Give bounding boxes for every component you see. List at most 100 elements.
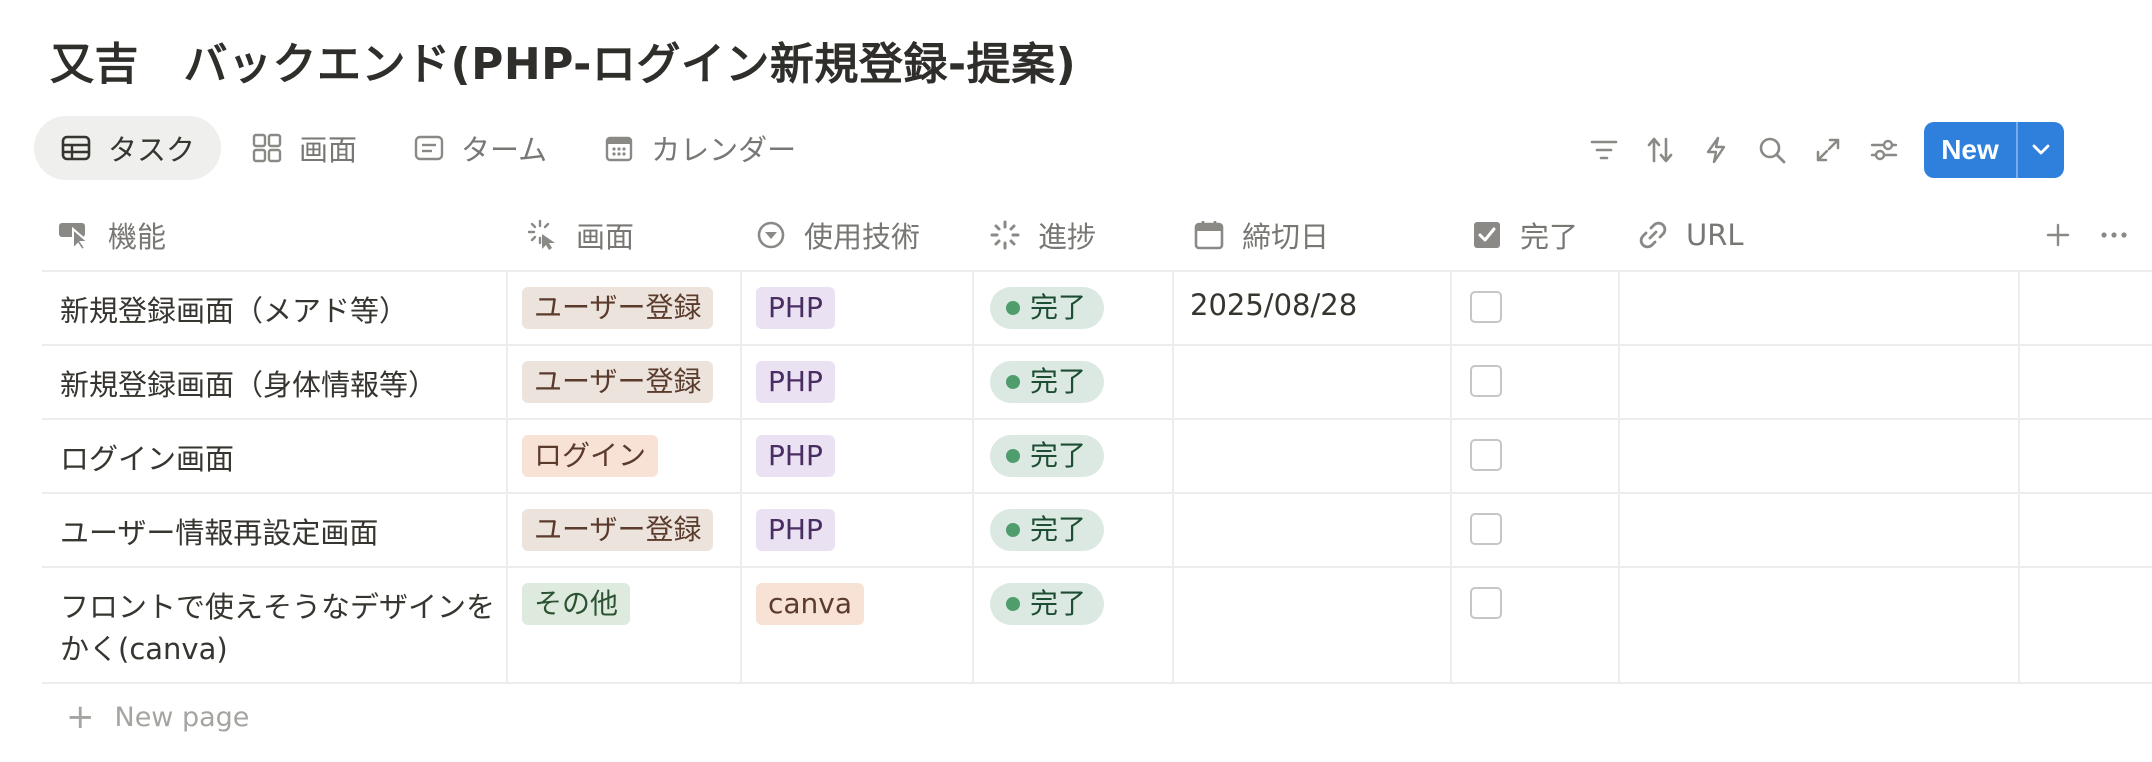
expand-icon[interactable] xyxy=(1800,122,1856,178)
cell-feature[interactable]: 新規登録画面（身体情報等） xyxy=(60,362,437,404)
column-label: 進捗 xyxy=(1038,220,1097,254)
tag-screen[interactable]: その他 xyxy=(522,583,631,625)
settings-icon[interactable] xyxy=(1856,122,1912,178)
status-label: 完了 xyxy=(1030,365,1087,398)
tag-screen[interactable]: ユーザー登録 xyxy=(522,361,714,403)
divider xyxy=(1172,270,1174,684)
tab-label: カレンダー xyxy=(651,133,797,167)
column-header-feature[interactable]: 機能 xyxy=(58,200,166,270)
divider xyxy=(740,270,742,684)
cell-deadline[interactable]: 2025/08/28 xyxy=(1190,288,1357,322)
tab-terms[interactable]: ターム xyxy=(387,116,573,180)
list-icon xyxy=(413,132,445,164)
tab-label: ターム xyxy=(461,133,548,167)
status-badge[interactable]: 完了 xyxy=(990,361,1105,403)
column-header-done[interactable]: 完了 xyxy=(1470,200,1578,270)
tag-screen[interactable]: ユーザー登録 xyxy=(522,287,714,329)
column-label: 完了 xyxy=(1520,220,1579,254)
status-badge[interactable]: 完了 xyxy=(990,435,1105,477)
column-header-tech[interactable]: 使用技術 xyxy=(754,200,920,270)
status-icon xyxy=(988,218,1022,252)
divider xyxy=(1618,270,1620,684)
divider xyxy=(2018,270,2020,684)
tab-screens[interactable]: 画面 xyxy=(225,116,383,180)
database-toolbar xyxy=(1576,120,1912,180)
status-dot xyxy=(1006,523,1020,537)
sort-icon[interactable] xyxy=(1632,122,1688,178)
cell-feature-line2[interactable]: かく(canva) xyxy=(60,626,228,668)
cell-feature[interactable]: ログイン画面 xyxy=(60,436,234,478)
tag-tech[interactable]: PHP xyxy=(756,287,835,329)
column-label: 使用技術 xyxy=(804,220,921,254)
new-page-button[interactable]: + New page xyxy=(66,700,249,734)
tag-screen[interactable]: ユーザー登録 xyxy=(522,509,714,551)
tag-tech[interactable]: PHP xyxy=(756,361,835,403)
column-label: 機能 xyxy=(108,220,167,254)
automation-icon[interactable] xyxy=(1688,122,1744,178)
done-checkbox[interactable] xyxy=(1470,439,1502,471)
tag-tech[interactable]: PHP xyxy=(756,435,835,477)
cell-feature-line1[interactable]: フロントで使えそうなデザインを xyxy=(60,584,495,626)
page-title: 又吉 バックエンド(PHP-ログイン新規登録-提案) xyxy=(50,39,1077,90)
status-label: 完了 xyxy=(1030,513,1087,546)
divider xyxy=(506,270,508,684)
tag-tech[interactable]: PHP xyxy=(756,509,835,551)
status-dot xyxy=(1006,449,1020,463)
plus-icon: + xyxy=(66,697,95,737)
divider xyxy=(1450,270,1452,684)
divider xyxy=(42,270,2152,272)
cursor-icon xyxy=(58,218,92,252)
filter-icon[interactable] xyxy=(1576,122,1632,178)
column-label: URL xyxy=(1686,218,1744,252)
search-icon[interactable] xyxy=(1744,122,1800,178)
status-dot xyxy=(1006,301,1020,315)
checkbox-icon xyxy=(1470,218,1504,252)
status-label: 完了 xyxy=(1030,291,1087,324)
column-label: 締切日 xyxy=(1242,220,1330,254)
add-property-icon[interactable] xyxy=(2030,207,2086,263)
column-header-url[interactable]: URL xyxy=(1636,200,1744,270)
gallery-icon xyxy=(251,132,283,164)
select-icon xyxy=(526,218,560,252)
status-label: 完了 xyxy=(1030,439,1087,472)
column-label: 画面 xyxy=(576,220,635,254)
table-header-actions xyxy=(2030,200,2142,270)
divider xyxy=(42,492,2152,494)
link-icon xyxy=(1636,218,1670,252)
tab-label: タスク xyxy=(108,133,196,167)
new-button[interactable]: New xyxy=(1924,122,2064,178)
done-checkbox[interactable] xyxy=(1470,365,1502,397)
status-badge[interactable]: 完了 xyxy=(990,509,1105,551)
divider xyxy=(42,418,2152,420)
tag-tech[interactable]: canva xyxy=(756,583,865,625)
divider xyxy=(42,344,2152,346)
tab-calendar[interactable]: カレンダー xyxy=(577,116,822,180)
column-header-screen[interactable]: 画面 xyxy=(526,200,634,270)
new-page-label: New page xyxy=(114,701,250,733)
divider xyxy=(42,566,2152,568)
tab-tasks[interactable]: タスク xyxy=(34,116,222,180)
done-checkbox[interactable] xyxy=(1470,291,1502,323)
status-dot xyxy=(1006,375,1020,389)
done-checkbox[interactable] xyxy=(1470,587,1502,619)
tab-label: 画面 xyxy=(299,133,358,167)
table-icon xyxy=(60,132,92,164)
column-header-status[interactable]: 進捗 xyxy=(988,200,1096,270)
column-header-deadline[interactable]: 締切日 xyxy=(1192,200,1329,270)
status-dot xyxy=(1006,597,1020,611)
cell-feature[interactable]: ユーザー情報再設定画面 xyxy=(60,510,378,552)
done-checkbox[interactable] xyxy=(1470,513,1502,545)
view-tabs: タスク 画面 ターム カレンダー xyxy=(34,116,826,180)
new-button-label: New xyxy=(1941,134,1999,165)
chevron-down-icon[interactable] xyxy=(2018,122,2064,178)
cell-feature[interactable]: 新規登録画面（メアド等） xyxy=(60,288,408,330)
more-icon[interactable] xyxy=(2086,207,2142,263)
status-badge[interactable]: 完了 xyxy=(990,287,1105,329)
calendar-icon xyxy=(603,132,635,164)
status-badge[interactable]: 完了 xyxy=(990,583,1105,625)
divider xyxy=(42,682,2152,684)
divider xyxy=(972,270,974,684)
tag-screen[interactable]: ログイン xyxy=(522,435,659,477)
multiselect-icon xyxy=(754,218,788,252)
date-icon xyxy=(1192,218,1226,252)
